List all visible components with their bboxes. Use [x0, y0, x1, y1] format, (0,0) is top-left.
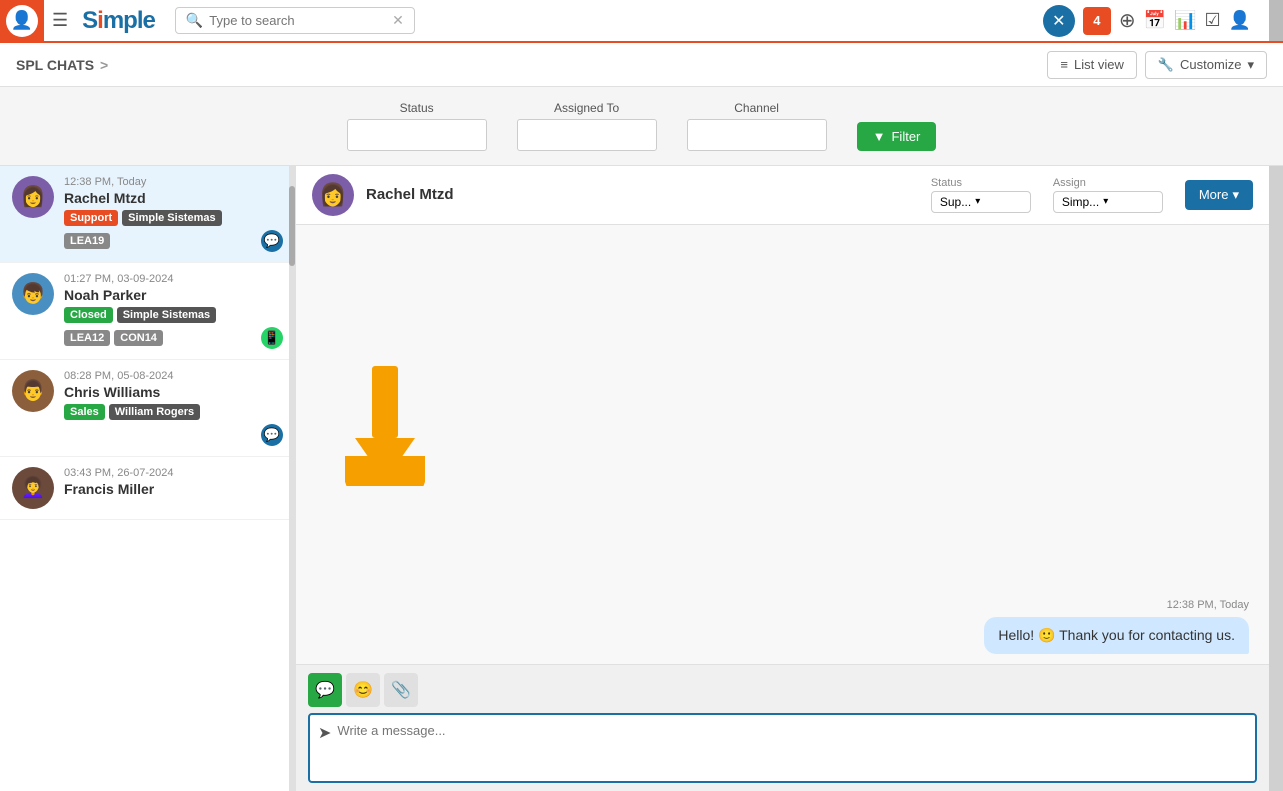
- assign-select[interactable]: Simp... ▾: [1053, 191, 1163, 213]
- chat-list-item-noah[interactable]: 👦 01:27 PM, 03-09-2024 Noah Parker Close…: [0, 263, 295, 360]
- list-view-icon: ≡: [1060, 57, 1068, 72]
- channel-filter-input[interactable]: [687, 119, 827, 151]
- list-view-button[interactable]: ≡ List view: [1047, 51, 1136, 79]
- tag-william: William Rogers: [109, 404, 200, 420]
- customize-button[interactable]: 🔧 Customize ▾: [1145, 51, 1267, 79]
- customize-icon: 🔧: [1158, 57, 1174, 73]
- nav-icon-user[interactable]: 👤: [1229, 10, 1251, 31]
- nav-icon-plus[interactable]: ⊕: [1119, 8, 1136, 33]
- chat-header-avatar: 👩: [312, 174, 354, 216]
- customize-chevron-icon: ▾: [1247, 57, 1254, 73]
- breadcrumb-arrow: >: [100, 57, 108, 73]
- chat-name-francis: Francis Miller: [64, 481, 283, 497]
- search-input[interactable]: [209, 13, 369, 28]
- nav-icon-check[interactable]: ☑: [1204, 10, 1220, 31]
- nav-icon-cross[interactable]: ✕: [1043, 5, 1075, 37]
- tag-simple: Simple Sistemas: [122, 210, 221, 226]
- channel-icon-blue-chris: 💬: [261, 424, 283, 446]
- chat-list-item-chris[interactable]: 👨 08:28 PM, 05-08-2024 Chris Williams Sa…: [0, 360, 295, 457]
- nav-icon-number[interactable]: 4: [1083, 7, 1111, 35]
- chat-time-noah: 01:27 PM, 03-09-2024: [64, 273, 283, 285]
- chat-list-scrollbar[interactable]: [289, 166, 295, 791]
- chat-name: Rachel Mtzd: [64, 190, 283, 206]
- chat-time-chris: 08:28 PM, 05-08-2024: [64, 370, 283, 382]
- right-scrollbar[interactable]: [1269, 166, 1283, 791]
- assigned-to-filter-label: Assigned To: [517, 101, 657, 115]
- channel-icon-green-noah: 📱: [261, 327, 283, 349]
- chat-time-francis: 03:43 PM, 26-07-2024: [64, 467, 283, 479]
- chat-name-chris: Chris Williams: [64, 384, 283, 400]
- messages-area: 12:38 PM, Today Hello! 🙂 Thank you for c…: [296, 225, 1269, 664]
- message-time: 12:38 PM, Today: [316, 599, 1249, 611]
- chat-header-name: Rachel Mtzd: [366, 186, 919, 203]
- status-filter-input[interactable]: [347, 119, 487, 151]
- channel-icon-blue: 💬: [261, 230, 283, 252]
- nav-icon-calendar[interactable]: 📅: [1144, 10, 1166, 31]
- search-icon: 🔍: [186, 12, 203, 29]
- sidebar-avatar: 👤: [6, 5, 38, 37]
- filter-button[interactable]: ▼ Filter: [857, 122, 937, 151]
- breadcrumb: SPL CHATS >: [16, 57, 108, 73]
- assigned-to-filter-input[interactable]: [517, 119, 657, 151]
- right-scrollbar-nav: [1269, 0, 1283, 41]
- tag-lea12: LEA12: [64, 330, 110, 346]
- tag-simple-noah: Simple Sistemas: [117, 307, 216, 323]
- tag-con14: CON14: [114, 330, 163, 346]
- tag-closed: Closed: [64, 307, 113, 323]
- status-chevron-icon: ▾: [975, 196, 980, 207]
- nav-icon-chart[interactable]: 📊: [1174, 10, 1196, 31]
- assign-chevron-icon: ▾: [1103, 196, 1108, 207]
- app-logo: Simple: [82, 7, 155, 35]
- search-clear-icon[interactable]: ✕: [392, 12, 404, 29]
- channel-filter-label: Channel: [687, 101, 827, 115]
- message-bubble: Hello! 🙂 Thank you for contacting us.: [984, 617, 1249, 654]
- hamburger-button[interactable]: ☰: [52, 10, 68, 31]
- chat-name-noah: Noah Parker: [64, 287, 283, 303]
- chat-time: 12:38 PM, Today: [64, 176, 283, 188]
- send-button[interactable]: ➤: [318, 723, 331, 743]
- status-label: Status: [931, 177, 962, 189]
- compose-emoji-button[interactable]: 😊: [346, 673, 380, 707]
- assign-label: Assign: [1053, 177, 1086, 189]
- filter-icon: ▼: [873, 129, 886, 144]
- tag-support: Support: [64, 210, 118, 226]
- compose-attach-button[interactable]: 📎: [384, 673, 418, 707]
- tag-sales: Sales: [64, 404, 105, 420]
- tag-lea19: LEA19: [64, 233, 110, 249]
- chat-list-item-rachel[interactable]: 👩 12:38 PM, Today Rachel Mtzd Support Si…: [0, 166, 295, 263]
- status-filter-label: Status: [347, 101, 487, 115]
- status-select[interactable]: Sup... ▾: [931, 191, 1031, 213]
- compose-input[interactable]: [337, 723, 1247, 773]
- more-chevron-icon: ▾: [1232, 187, 1239, 203]
- chat-list-item-francis[interactable]: 👩‍🦱 03:43 PM, 26-07-2024 Francis Miller: [0, 457, 295, 520]
- more-button[interactable]: More ▾: [1185, 180, 1253, 210]
- compose-chat-button[interactable]: 💬: [308, 673, 342, 707]
